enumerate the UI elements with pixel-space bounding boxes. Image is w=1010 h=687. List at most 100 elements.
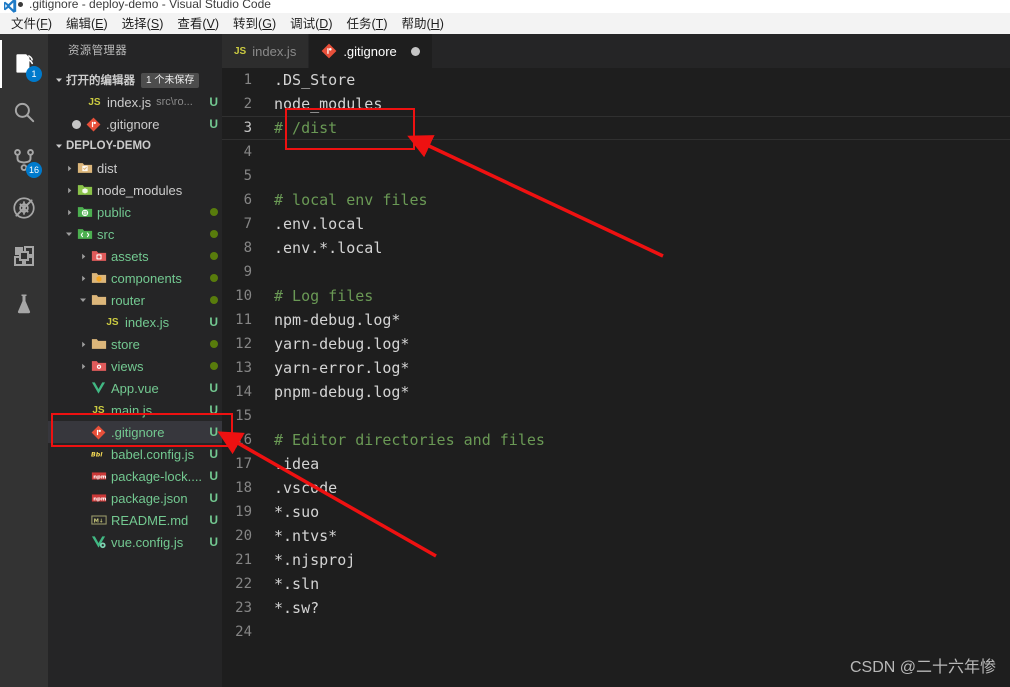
code-line[interactable]: 22 *.sln	[222, 572, 1010, 596]
tree-item-public[interactable]: public	[48, 201, 222, 223]
line-number: 18	[235, 480, 252, 496]
open-editor-item-gitignore[interactable]: .gitignore U	[48, 113, 222, 135]
menu-file[interactable]: 文件(F)	[4, 14, 59, 34]
code-line[interactable]: 10 # Log files	[222, 284, 1010, 308]
activity-search-button[interactable]	[0, 88, 48, 136]
activity-run-debug-button[interactable]	[0, 184, 48, 232]
tree-item-readme-md[interactable]: M↓ README.md U	[48, 509, 222, 531]
tree-item-router-index-js[interactable]: JS index.js U	[48, 311, 222, 333]
line-number: 19	[235, 504, 252, 520]
open-editor-path: src\ro...	[156, 96, 193, 108]
line-number: 11	[235, 312, 252, 328]
code-line[interactable]: 6 # local env files	[222, 188, 1010, 212]
open-editor-item-index-js[interactable]: JS index.js src\ro... U	[48, 91, 222, 113]
folder-src-icon	[76, 226, 93, 242]
vscode-logo-icon	[2, 0, 18, 13]
chevron-down-icon[interactable]	[76, 293, 90, 307]
git-icon	[90, 424, 107, 440]
tab-label: index.js	[252, 43, 297, 59]
activity-extensions-button[interactable]	[0, 232, 48, 280]
tree-item-store[interactable]: store	[48, 333, 222, 355]
code-line[interactable]: 17 .idea	[222, 452, 1010, 476]
tree-item-views[interactable]: views	[48, 355, 222, 377]
tree-item-label: node_modules	[97, 182, 183, 198]
chevron-right-icon[interactable]	[76, 271, 90, 285]
chevron-down-icon[interactable]	[62, 227, 76, 241]
code-line[interactable]: 20 *.ntvs*	[222, 524, 1010, 548]
tree-item-src[interactable]: src	[48, 223, 222, 245]
chevron-right-icon[interactable]	[62, 161, 76, 175]
activity-source-control-button[interactable]: 16	[0, 136, 48, 184]
code-line[interactable]: 18 .vscode	[222, 476, 1010, 500]
menu-bar[interactable]: 文件(F) 编辑(E) 选择(S) 查看(V) 转到(G) 调试(D) 任务(T…	[0, 13, 1010, 34]
code-line[interactable]: 16 # Editor directories and files	[222, 428, 1010, 452]
tree-item-assets[interactable]: assets	[48, 245, 222, 267]
chevron-right-icon[interactable]	[76, 249, 90, 263]
code-line[interactable]: 13 yarn-error.log*	[222, 356, 1010, 380]
menu-help[interactable]: 帮助(H)	[394, 14, 450, 34]
tree-item-gitignore[interactable]: .gitignore U	[48, 421, 222, 443]
code-line[interactable]: 2 node_modules	[222, 92, 1010, 116]
tree-item-dist[interactable]: dist	[48, 157, 222, 179]
chevron-right-icon[interactable]	[62, 205, 76, 219]
tree-item-babel-config-js[interactable]: Bbl babel.config.js U	[48, 443, 222, 465]
code-line[interactable]: 8 .env.*.local	[222, 236, 1010, 260]
open-editors-header[interactable]: 打开的编辑器 1 个未保存	[48, 69, 222, 91]
code-line[interactable]: 19 *.suo	[222, 500, 1010, 524]
open-editor-name: .gitignore	[106, 116, 160, 132]
menu-tasks[interactable]: 任务(T)	[340, 14, 395, 34]
chevron-right-icon[interactable]	[62, 183, 76, 197]
code-line[interactable]: 7 .env.local	[222, 212, 1010, 236]
code-line[interactable]: 1 .DS_Store	[222, 68, 1010, 92]
code-line[interactable]: 24	[222, 620, 1010, 644]
tab-dirty-dot[interactable]	[410, 46, 420, 56]
menu-go[interactable]: 转到(G)	[226, 14, 283, 34]
activity-testing-button[interactable]	[0, 280, 48, 328]
menu-edit[interactable]: 编辑(E)	[59, 14, 115, 34]
tree-item-router[interactable]: router	[48, 289, 222, 311]
editor-tab-bar: JS index.js .gitignore	[222, 34, 1010, 68]
modified-dot	[210, 274, 218, 282]
code-line[interactable]: 11 npm-debug.log*	[222, 308, 1010, 332]
code-line[interactable]: 4	[222, 140, 1010, 164]
menu-debug[interactable]: 调试(D)	[283, 14, 339, 34]
code-line[interactable]: 14 pnpm-debug.log*	[222, 380, 1010, 404]
tree-item-vue-config-js[interactable]: vue.config.js U	[48, 531, 222, 553]
line-text: npm-debug.log*	[274, 311, 401, 329]
line-number: 5	[243, 168, 252, 184]
code-line[interactable]: 23 *.sw?	[222, 596, 1010, 620]
code-line[interactable]: 9	[222, 260, 1010, 284]
tab-index-js[interactable]: JS index.js	[222, 34, 310, 68]
js-icon: JS	[92, 404, 105, 416]
line-text: # Log files	[274, 287, 374, 305]
menu-view[interactable]: 查看(V)	[170, 14, 226, 34]
tab-gitignore[interactable]: .gitignore	[309, 34, 433, 68]
tree-item-node-modules[interactable]: node_modules	[48, 179, 222, 201]
menu-selection[interactable]: 选择(S)	[115, 14, 171, 34]
line-text: pnpm-debug.log*	[274, 383, 410, 401]
chevron-right-icon[interactable]	[76, 359, 90, 373]
tree-item-app-vue[interactable]: App.vue U	[48, 377, 222, 399]
tree-item-components[interactable]: components	[48, 267, 222, 289]
code-line[interactable]: 21 *.njsproj	[222, 548, 1010, 572]
line-text: node_modules	[274, 95, 383, 113]
tree-item-package-json[interactable]: npm package.json U	[48, 487, 222, 509]
git-status: U	[209, 95, 218, 109]
line-text: .vscode	[274, 479, 338, 497]
line-text: # local env files	[274, 191, 428, 209]
window-title: .gitignore - deploy-demo - Visual Studio…	[29, 0, 271, 11]
tree-item-package-lock-json[interactable]: npm package-lock.... U	[48, 465, 222, 487]
modified-dot	[210, 208, 218, 216]
code-line[interactable]: 15	[222, 404, 1010, 428]
tree-item-main-js[interactable]: JS main.js U	[48, 399, 222, 421]
line-text: *.sln	[274, 575, 320, 593]
code-editor[interactable]: 1 .DS_Store 2 node_modules 3 # /dist 4 5 6 #…	[222, 68, 1010, 687]
activity-explorer-button[interactable]: 1	[0, 40, 48, 88]
code-line[interactable]: 12 yarn-debug.log*	[222, 332, 1010, 356]
code-line[interactable]: 5	[222, 164, 1010, 188]
project-root-header[interactable]: DEPLOY-DEMO	[48, 135, 222, 157]
folder-public-icon	[76, 204, 93, 220]
code-line-current[interactable]: 3 # /dist	[222, 116, 1010, 140]
title-dirty-dot	[18, 2, 23, 7]
chevron-right-icon[interactable]	[76, 337, 90, 351]
